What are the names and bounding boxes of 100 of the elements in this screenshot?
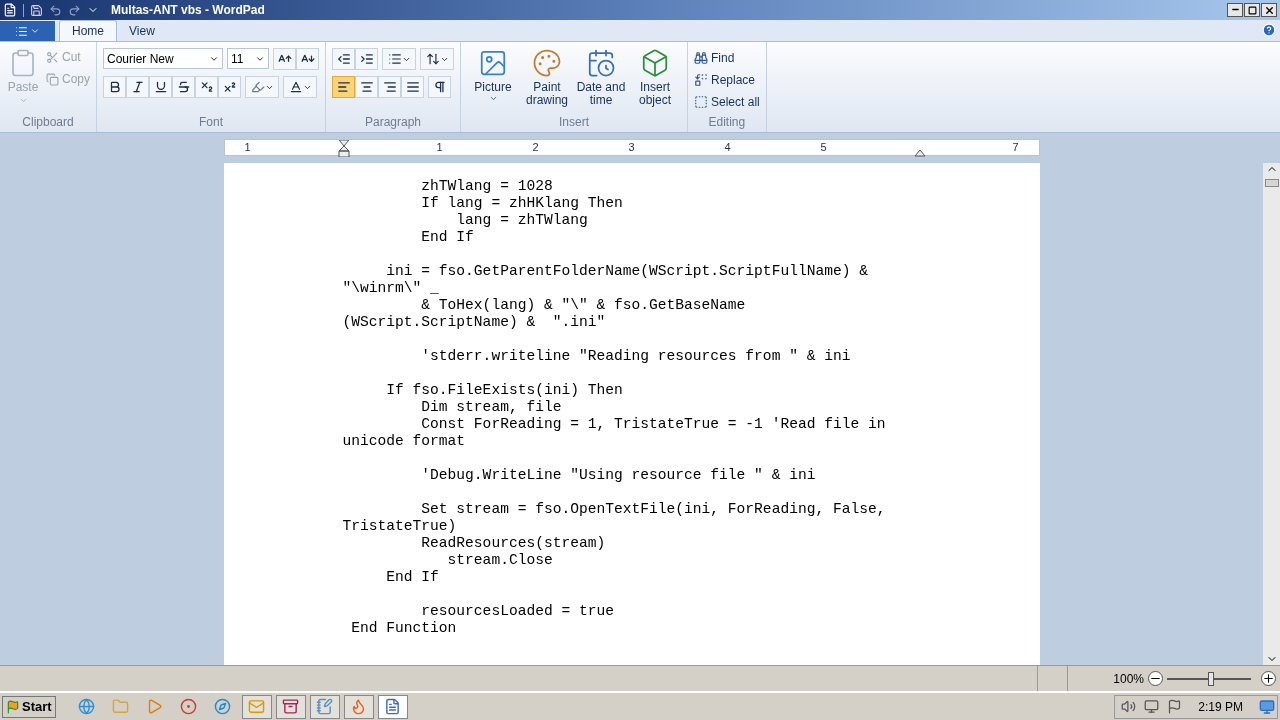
align-button[interactable] bbox=[332, 76, 355, 98]
list-button[interactable] bbox=[382, 48, 416, 70]
insert-button[interactable]: Insert object bbox=[629, 48, 681, 107]
redo-icon[interactable] bbox=[68, 3, 81, 17]
insert-button[interactable]: Picture bbox=[467, 48, 519, 107]
code-line: End If bbox=[420, 229, 474, 246]
ruler-number: 1 bbox=[436, 141, 443, 154]
code-line: End Function bbox=[350, 620, 457, 637]
folder-icon bbox=[112, 698, 130, 715]
line-spacing-button[interactable] bbox=[420, 48, 454, 70]
indent-icon bbox=[359, 52, 374, 66]
insert-button[interactable]: Paint drawing bbox=[521, 48, 573, 107]
taskbar-app[interactable] bbox=[377, 694, 408, 719]
text-color-icon bbox=[288, 80, 303, 94]
code-line: (WScript.ScriptName) & ".ini" bbox=[342, 314, 606, 331]
increase-indent-button[interactable] bbox=[355, 48, 378, 70]
align-button[interactable] bbox=[378, 76, 401, 98]
flag-icon[interactable] bbox=[1167, 699, 1183, 714]
code-line: & ToHex(lang) & "\" & fso.GetBaseName bbox=[420, 297, 746, 314]
code-line: TristateTrue) bbox=[342, 518, 457, 535]
code-line: ini = fso.GetParentFolderName(WScript.ScriptFullName) & bbox=[385, 263, 868, 280]
ruler-number: 5 bbox=[820, 141, 827, 154]
bold-button[interactable] bbox=[103, 76, 126, 98]
start-button[interactable]: Start bbox=[2, 695, 56, 718]
shrink-font-button[interactable] bbox=[296, 48, 319, 70]
play-icon bbox=[146, 698, 164, 715]
pilcrow-icon bbox=[432, 80, 447, 94]
strikethrough-icon bbox=[176, 80, 191, 94]
code-line: unicode format bbox=[342, 433, 466, 450]
insert-button[interactable]: Date and time bbox=[575, 48, 627, 107]
minimize-button[interactable] bbox=[1227, 3, 1243, 17]
subscript-button[interactable] bbox=[195, 76, 218, 98]
clock: 2:19 PM bbox=[1197, 698, 1244, 716]
vertical-scrollbar[interactable] bbox=[1263, 163, 1280, 665]
scissors-icon bbox=[46, 50, 59, 64]
taskbar-app[interactable] bbox=[275, 694, 306, 719]
binoculars-icon bbox=[694, 50, 708, 65]
editing-button[interactable]: Select all bbox=[694, 92, 760, 111]
zoom-level: 100% bbox=[1113, 670, 1144, 688]
close-button[interactable] bbox=[1261, 3, 1277, 17]
font-family-field[interactable]: Courier New bbox=[103, 48, 223, 69]
highlight-button[interactable] bbox=[245, 76, 279, 98]
group-label: Insert bbox=[558, 115, 590, 131]
window-title: Multas-ANT vbs - WordPad bbox=[111, 2, 265, 19]
editing-button[interactable]: Find bbox=[694, 48, 760, 67]
copy-icon bbox=[46, 72, 59, 86]
decrease-indent-button[interactable] bbox=[332, 48, 355, 70]
align-button[interactable] bbox=[401, 76, 424, 98]
group-label: Paragraph bbox=[364, 115, 423, 131]
list-icon bbox=[387, 52, 402, 66]
zoom-out-icon[interactable] bbox=[1148, 671, 1163, 686]
code-line: If fso.FileExists(ini) Then bbox=[385, 382, 623, 399]
globe-icon bbox=[78, 698, 96, 715]
strikethrough-button[interactable] bbox=[172, 76, 195, 98]
ruler-number: 4 bbox=[724, 141, 731, 154]
italic-button[interactable] bbox=[126, 76, 149, 98]
taskbar-app[interactable] bbox=[343, 694, 374, 719]
taskbar-app[interactable] bbox=[309, 694, 340, 719]
underline-icon bbox=[153, 80, 168, 94]
highlighter-icon bbox=[250, 80, 265, 94]
replace-icon bbox=[694, 72, 708, 87]
code-line: Const ForReading = 1, TristateTrue = -1 'Read file in bbox=[420, 416, 886, 433]
application-menu-button[interactable] bbox=[0, 21, 55, 41]
menu-icon bbox=[15, 24, 28, 38]
superscript-button[interactable] bbox=[218, 76, 241, 98]
app-icon bbox=[3, 3, 17, 17]
zoom-in-icon[interactable] bbox=[1261, 671, 1276, 686]
ribbon-tab[interactable]: View bbox=[117, 20, 167, 41]
windows-flag-icon bbox=[6, 699, 20, 714]
speaker-icon[interactable] bbox=[1121, 699, 1137, 714]
code-line: 'stderr.writeline "Reading resources from " & ini bbox=[420, 348, 851, 365]
caret-icon bbox=[30, 26, 40, 36]
align-center-icon bbox=[359, 80, 374, 94]
zoom-slider[interactable] bbox=[1167, 671, 1251, 686]
taskbar-app[interactable] bbox=[241, 694, 272, 719]
network-icon[interactable] bbox=[1144, 699, 1160, 714]
save-icon[interactable] bbox=[30, 3, 43, 17]
grow-font-button[interactable] bbox=[273, 48, 296, 70]
text-color-button[interactable] bbox=[283, 76, 317, 98]
code-line: Dim stream, file bbox=[420, 399, 562, 416]
desktop-icon[interactable] bbox=[1259, 698, 1275, 715]
circle-dot-icon bbox=[180, 698, 198, 715]
line-spacing-icon bbox=[425, 52, 440, 66]
caret-icon bbox=[18, 96, 28, 105]
ribbon-tab[interactable]: Home bbox=[59, 20, 117, 41]
align-button[interactable] bbox=[355, 76, 378, 98]
scroll-thumb[interactable] bbox=[1264, 179, 1279, 187]
undo-icon[interactable] bbox=[49, 3, 62, 17]
paragraph-button[interactable] bbox=[428, 76, 451, 98]
ruler-number: 3 bbox=[628, 141, 635, 154]
group-label: Font bbox=[198, 115, 224, 131]
restore-icon bbox=[1247, 5, 1257, 15]
editing-button[interactable]: Replace bbox=[694, 70, 760, 89]
image-icon bbox=[478, 48, 508, 78]
restore-button[interactable] bbox=[1244, 3, 1260, 17]
group-label: Editing bbox=[707, 115, 747, 131]
help-icon[interactable] bbox=[1262, 23, 1276, 37]
align-left-icon bbox=[336, 80, 351, 94]
underline-button[interactable] bbox=[149, 76, 172, 98]
font-size-field[interactable]: 11 bbox=[227, 48, 269, 69]
